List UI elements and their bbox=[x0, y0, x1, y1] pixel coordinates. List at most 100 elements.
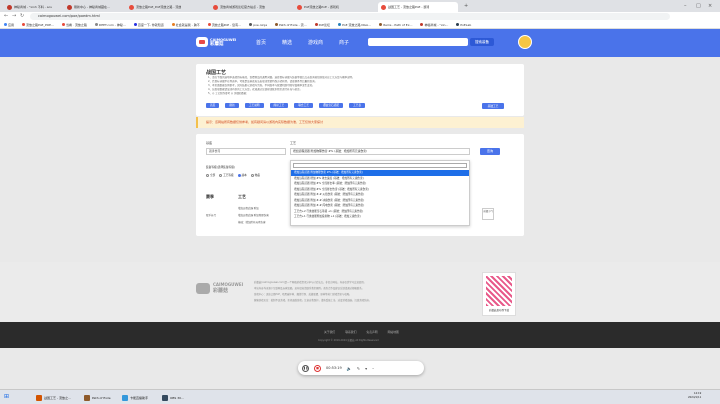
func-button[interactable]: 工艺表 bbox=[349, 103, 366, 108]
bookmark-item[interactable]: PoE论坛 bbox=[314, 23, 330, 27]
instruction-line: 5、◎ 工艺制作参考 ◎ 详细的数据 bbox=[208, 92, 247, 95]
radio-option[interactable]: 工艺等级 bbox=[219, 173, 234, 177]
taskbar-item[interactable]: Path of Exile bbox=[84, 392, 111, 403]
radio-option[interactable]: 副本 bbox=[237, 173, 247, 177]
bookmark-item[interactable]: PoE 流放之路 NGA… bbox=[338, 23, 371, 27]
bottom-bar: 关于我们 联系我们 免责声明 网站地图 Copyright © 2019-202… bbox=[0, 322, 720, 348]
tab-label: 流放商城游戏论坛官方站点 - 流放 bbox=[220, 5, 265, 9]
browser-tab[interactable]: 神秘商城 - "xinh 不料 - acu bbox=[4, 2, 62, 12]
new-tab-icon[interactable]: + bbox=[464, 3, 468, 9]
browser-tab[interactable]: 流放商城游戏论坛官方站点 - 流放 bbox=[210, 2, 292, 12]
browser-tab[interactable]: 刷新中心 - 神秘商城藏在… bbox=[64, 2, 124, 12]
search-input[interactable] bbox=[368, 38, 468, 46]
prefix-box[interactable]: 前缀 (7) bbox=[482, 208, 494, 220]
volume-icon[interactable]: 🔈 bbox=[347, 366, 352, 371]
bookmark-item[interactable]: 流放之路PoE_POE… bbox=[22, 23, 54, 27]
qr-code-icon bbox=[486, 276, 512, 306]
minimize-toolbar-icon[interactable]: – bbox=[372, 366, 374, 371]
main-nav: 首页 精选 游戏商 商子 bbox=[256, 39, 349, 46]
browser-tab[interactable]: 流放之路PoE_PoE流放之路 - 流放 bbox=[126, 2, 208, 12]
site-footer: CAIMOGUWEI 彩蘑菇 彩蘑菇(caimogouwei.com)是一个网络… bbox=[0, 262, 720, 322]
bookmark-item[interactable]: 应用 bbox=[4, 23, 14, 27]
bookmark-item[interactable]: poe.ninja bbox=[249, 23, 267, 27]
reload-icon[interactable]: ↻ bbox=[20, 13, 24, 19]
maximize-icon[interactable]: □ bbox=[696, 3, 701, 9]
forward-icon[interactable]: → bbox=[12, 13, 16, 19]
site-logo[interactable]: CAIMOGUWEI 彩蘑菇 bbox=[196, 37, 236, 47]
bookmark-item[interactable]: 百度一下, 你就知道 bbox=[133, 23, 164, 27]
dropdown-search-input[interactable] bbox=[293, 163, 467, 168]
tab-favicon-icon bbox=[67, 4, 72, 10]
basic-craft-button[interactable]: 基础工艺 bbox=[482, 103, 504, 109]
taskbar-item[interactable]: 战国工艺 - 流放之… bbox=[36, 392, 71, 403]
pen-icon[interactable]: ✎ bbox=[357, 366, 360, 371]
url-field[interactable]: caimogouwei.com/poe/poedm.html bbox=[30, 13, 670, 20]
stop-icon[interactable]: ■ bbox=[314, 364, 321, 372]
tab-label: 刷新中心 - 神秘商城藏在… bbox=[74, 5, 110, 9]
bookmark-item[interactable]: Items - Path of Ex… bbox=[379, 23, 412, 27]
bookmark-item[interactable]: 社会就是我 - 跨不 bbox=[171, 23, 200, 27]
copyright: Copyright © 2019-2024 彩蘑菇 All Rights Res… bbox=[318, 339, 379, 342]
minimize-icon[interactable]: – bbox=[684, 3, 687, 9]
bookmarks-bar: 应用 流放之路PoE_POE… 当看 · 流放之路 DEET.com - 神秘…… bbox=[0, 21, 720, 29]
radio-option[interactable]: 全部 bbox=[206, 173, 215, 177]
level-radios: 全部 工艺等级 副本 物品 bbox=[206, 173, 260, 177]
tab-favicon-icon bbox=[129, 4, 134, 10]
func-button[interactable]: 刷新 bbox=[225, 103, 239, 108]
bookmark-item[interactable]: 流放之路PoE - 您有… bbox=[207, 23, 241, 27]
craft-select[interactable]: 增加远程武器 附加物理伤害 #% (基础：增加所有元素伤害) bbox=[290, 148, 470, 155]
start-icon[interactable]: ⊞ bbox=[4, 393, 9, 400]
tab-label: PoE流放之路PoE - 游戏机 bbox=[304, 5, 339, 9]
notice-text: 提示：该网站所有数据仅供参考，如有疑问请以游戏内实际数据为准，工艺仅供大家探讨 bbox=[206, 120, 324, 124]
func-button[interactable]: 镶嵌宝石搭配 bbox=[319, 103, 344, 108]
bookmark-item[interactable]: 神秘商城 - "xin… bbox=[420, 23, 448, 27]
pause-icon[interactable]: ❚❚ bbox=[302, 364, 309, 372]
query-button[interactable]: 查询 bbox=[480, 148, 500, 155]
func-button[interactable]: 联合工艺 bbox=[294, 103, 313, 108]
qr-code: 彩蘑菇发布到下载 bbox=[482, 272, 516, 316]
logo-icon bbox=[196, 37, 208, 47]
taskbar: ⊞ 战国工艺 - 流放之… Path of Exile 卡能直播助手 OBS 3… bbox=[0, 389, 720, 404]
avatar[interactable] bbox=[518, 35, 532, 49]
func-button[interactable]: 工艺说明 bbox=[244, 103, 264, 108]
address-bar-row: ← → ↻ caimogouwei.com/poe/poedm.html bbox=[0, 12, 720, 21]
tab-favicon-icon bbox=[7, 4, 12, 10]
instructions: 1、请在下面的选项中选择目标基底、查看物品的通用词缀。选择目标词缀与装备等级后点… bbox=[208, 76, 518, 96]
taskbar-item[interactable]: OBS 30… bbox=[162, 392, 184, 403]
footer-link[interactable]: 关于我们 bbox=[324, 330, 335, 334]
nav-item-home[interactable]: 首页 bbox=[256, 39, 266, 46]
browser-tab-bar: 神秘商城 - "xinh 不料 - acu 刷新中心 - 神秘商城藏在… 流放之… bbox=[0, 0, 720, 12]
func-button[interactable]: 简易工艺 bbox=[269, 103, 289, 108]
tab-label: 流放之路PoE_PoE流放之路 - 流放 bbox=[136, 5, 182, 9]
tab-label: 战国工艺 - 流放之路PoE - 游戏 bbox=[388, 5, 430, 9]
back-icon[interactable]: ← bbox=[4, 13, 8, 19]
radio-option[interactable]: 物品 bbox=[250, 173, 260, 177]
logo-text-top: CAIMOGUWEI bbox=[210, 37, 237, 42]
bookmark-item[interactable]: 当看 · 流放之路 bbox=[62, 23, 87, 27]
level-label: 装备等级(选择装备等级) bbox=[206, 165, 235, 169]
bookmark-item[interactable]: Path of Exile - 流… bbox=[275, 23, 307, 27]
close-icon[interactable]: × bbox=[708, 3, 712, 9]
bookmark-item[interactable]: DEET.com - 神秘… bbox=[94, 23, 126, 27]
func-button[interactable]: 首页 bbox=[206, 103, 220, 108]
dropdown-option[interactable]: 工艺台+1 弓类技能附加投射物 +1 (基础：增加元素伤害) bbox=[291, 214, 469, 220]
tab-label: 神秘商城 - "xinh 不料 - acu bbox=[14, 5, 53, 9]
taskbar-item[interactable]: 卡能直播助手 bbox=[122, 392, 148, 403]
nav-item-shop[interactable]: 商子 bbox=[339, 39, 349, 46]
base-select[interactable]: 双手长弓 bbox=[206, 148, 286, 155]
notice-banner: 提示：该网站所有数据仅供参考，如有疑问请以游戏内实际数据为准，工艺仅供大家探讨 bbox=[196, 117, 524, 128]
system-clock[interactable]: 14:19 2024/1/11 bbox=[688, 392, 701, 400]
more-icon[interactable]: ▾ bbox=[365, 366, 367, 371]
bookmark-item[interactable]: PoELab bbox=[456, 23, 471, 27]
browser-tab-active[interactable]: 战国工艺 - 流放之路PoE - 游戏 bbox=[378, 2, 458, 12]
nav-item-games[interactable]: 游戏商 bbox=[308, 39, 323, 46]
craft-dropdown: 增加远程武器 附加物理伤害 #% (基础：增加所有元素伤害) 增加远程武器 增加… bbox=[290, 160, 470, 226]
footer-link[interactable]: 网站地图 bbox=[388, 330, 399, 334]
browser-tab[interactable]: PoE流放之路PoE - 游戏机 bbox=[294, 2, 376, 12]
search-button[interactable]: 搜索装备 bbox=[470, 38, 494, 46]
nav-item-featured[interactable]: 精选 bbox=[282, 39, 292, 46]
footer-link[interactable]: 免责声明 bbox=[366, 330, 377, 334]
logo-text-bottom: 彩蘑菇 bbox=[210, 41, 224, 47]
qr-caption: 彩蘑菇发布到下载 bbox=[488, 309, 509, 312]
footer-link[interactable]: 联系我们 bbox=[345, 330, 356, 334]
